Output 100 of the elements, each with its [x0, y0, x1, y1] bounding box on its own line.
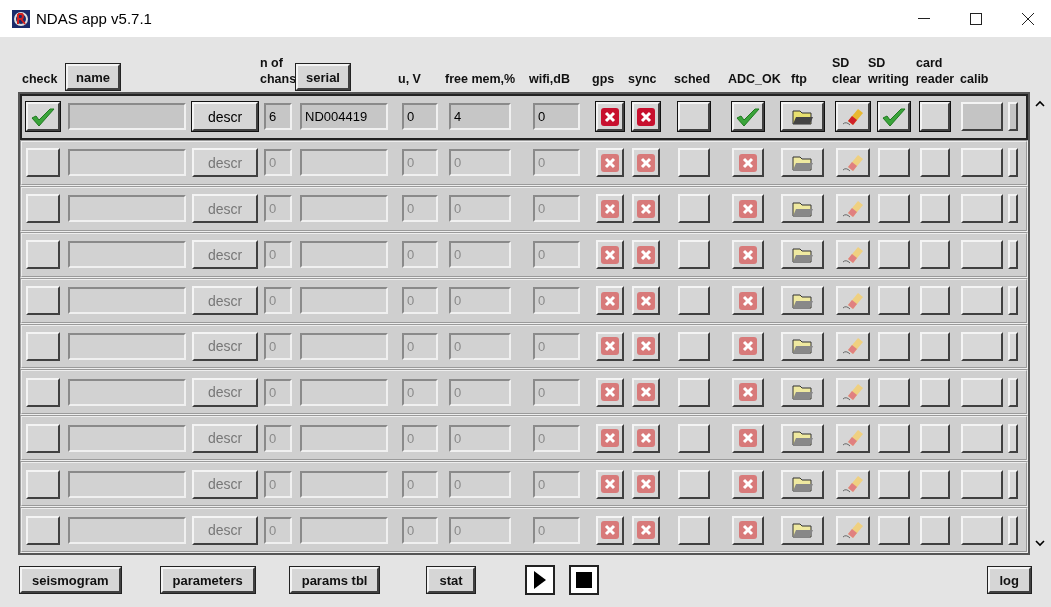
gps-indicator[interactable] — [596, 515, 624, 545]
descr-button[interactable]: descr — [192, 423, 258, 453]
ftp-button[interactable] — [781, 423, 824, 453]
card-reader-button[interactable] — [920, 377, 950, 407]
ftp-button[interactable] — [781, 469, 824, 499]
name-field[interactable] — [68, 333, 186, 360]
name-field[interactable] — [68, 516, 186, 544]
ftp-button[interactable] — [781, 515, 824, 545]
check-toggle[interactable] — [26, 102, 60, 132]
scroll-down-icon[interactable] — [1034, 540, 1045, 547]
check-toggle[interactable] — [26, 377, 60, 407]
gps-indicator[interactable] — [596, 423, 624, 453]
sd-clear-button[interactable] — [836, 240, 870, 270]
sched-button[interactable] — [678, 423, 710, 453]
sd-writing-indicator[interactable] — [878, 286, 910, 316]
gps-indicator[interactable] — [596, 194, 624, 224]
card-reader-button[interactable] — [920, 194, 950, 224]
sched-button[interactable] — [678, 194, 710, 224]
name-field[interactable] — [68, 378, 186, 406]
sd-writing-indicator[interactable] — [878, 515, 910, 545]
card-reader-button[interactable] — [920, 102, 950, 132]
sync-indicator[interactable] — [632, 240, 660, 270]
log-button[interactable]: log — [987, 567, 1031, 593]
name-field[interactable] — [68, 195, 186, 223]
check-toggle[interactable] — [26, 194, 60, 224]
gps-indicator[interactable] — [596, 377, 624, 407]
check-toggle[interactable] — [26, 332, 60, 361]
ftp-button[interactable] — [781, 102, 824, 132]
name-field[interactable] — [68, 103, 186, 131]
stop-button[interactable] — [568, 565, 599, 595]
card-reader-button[interactable] — [920, 286, 950, 316]
adc-ok-indicator[interactable] — [732, 377, 764, 407]
sd-clear-button[interactable] — [836, 469, 870, 499]
gps-indicator[interactable] — [596, 332, 624, 361]
check-toggle[interactable] — [26, 515, 60, 545]
sync-indicator[interactable] — [632, 332, 660, 361]
adc-ok-indicator[interactable] — [732, 332, 764, 361]
descr-button[interactable]: descr — [192, 240, 258, 270]
adc-ok-indicator[interactable] — [732, 515, 764, 545]
sd-writing-indicator[interactable] — [878, 194, 910, 224]
play-button[interactable] — [524, 565, 555, 595]
gps-indicator[interactable] — [596, 148, 624, 178]
card-reader-button[interactable] — [920, 240, 950, 270]
ftp-button[interactable] — [781, 286, 824, 316]
name-field[interactable] — [68, 287, 186, 315]
adc-ok-indicator[interactable] — [732, 469, 764, 499]
name-field[interactable] — [68, 470, 186, 498]
gps-indicator[interactable] — [596, 469, 624, 499]
sync-indicator[interactable] — [632, 423, 660, 453]
adc-ok-indicator[interactable] — [732, 148, 764, 178]
descr-button[interactable]: descr — [192, 469, 258, 499]
ftp-button[interactable] — [781, 148, 824, 178]
sd-clear-button[interactable] — [836, 148, 870, 178]
check-toggle[interactable] — [26, 469, 60, 499]
descr-button[interactable]: descr — [192, 102, 258, 132]
check-toggle[interactable] — [26, 240, 60, 270]
descr-button[interactable]: descr — [192, 515, 258, 545]
ftp-button[interactable] — [781, 194, 824, 224]
sd-writing-indicator[interactable] — [878, 240, 910, 270]
check-toggle[interactable] — [26, 148, 60, 178]
card-reader-button[interactable] — [920, 515, 950, 545]
action-button[interactable]: stat — [427, 567, 475, 593]
sched-button[interactable] — [678, 240, 710, 270]
ftp-button[interactable] — [781, 240, 824, 270]
sd-clear-button[interactable] — [836, 515, 870, 545]
descr-button[interactable]: descr — [192, 194, 258, 224]
adc-ok-indicator[interactable] — [732, 240, 764, 270]
column-sort-button[interactable]: serial — [296, 64, 350, 90]
action-button[interactable]: seismogram — [20, 567, 121, 593]
sd-clear-button[interactable] — [836, 377, 870, 407]
card-reader-button[interactable] — [920, 332, 950, 361]
adc-ok-indicator[interactable] — [732, 102, 764, 132]
sd-clear-button[interactable] — [836, 102, 870, 132]
sched-button[interactable] — [678, 469, 710, 499]
sd-writing-indicator[interactable] — [878, 332, 910, 361]
adc-ok-indicator[interactable] — [732, 423, 764, 453]
descr-button[interactable]: descr — [192, 332, 258, 361]
sync-indicator[interactable] — [632, 469, 660, 499]
gps-indicator[interactable] — [596, 240, 624, 270]
descr-button[interactable]: descr — [192, 148, 258, 178]
sched-button[interactable] — [678, 148, 710, 178]
ftp-button[interactable] — [781, 332, 824, 361]
sched-button[interactable] — [678, 515, 710, 545]
action-button[interactable]: params tbl — [289, 567, 380, 593]
sd-clear-button[interactable] — [836, 286, 870, 316]
sd-writing-indicator[interactable] — [878, 423, 910, 453]
sd-clear-button[interactable] — [836, 194, 870, 224]
sched-button[interactable] — [678, 332, 710, 361]
descr-button[interactable]: descr — [192, 286, 258, 316]
card-reader-button[interactable] — [920, 423, 950, 453]
check-toggle[interactable] — [26, 286, 60, 316]
sync-indicator[interactable] — [632, 377, 660, 407]
card-reader-button[interactable] — [920, 148, 950, 178]
sd-writing-indicator[interactable] — [878, 469, 910, 499]
sd-writing-indicator[interactable] — [878, 377, 910, 407]
action-button[interactable]: parameters — [160, 567, 255, 593]
sd-writing-indicator[interactable] — [878, 148, 910, 178]
card-reader-button[interactable] — [920, 469, 950, 499]
sched-button[interactable] — [678, 377, 710, 407]
name-field[interactable] — [68, 149, 186, 177]
